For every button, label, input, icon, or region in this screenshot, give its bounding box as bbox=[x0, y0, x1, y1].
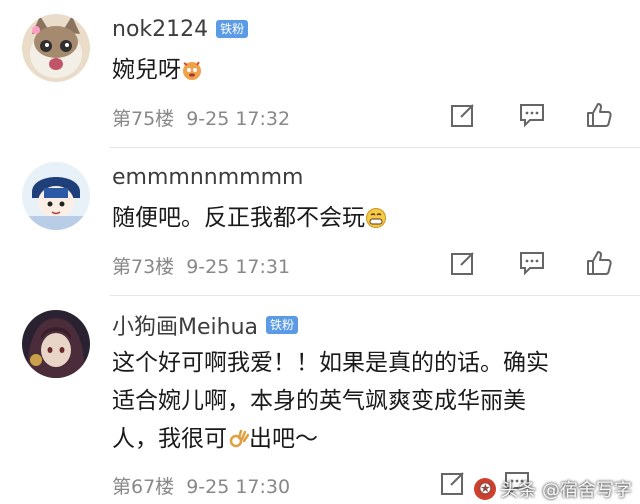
dark-hair-girl-avatar-icon bbox=[22, 310, 90, 378]
comment-meta: 第67楼 9-25 17:30 bbox=[112, 472, 290, 499]
comment-text-part: 人，我很可 bbox=[112, 426, 227, 452]
comment-header: emmmnnmmmm bbox=[112, 162, 303, 192]
cat-avatar-icon bbox=[22, 14, 90, 82]
comment-text-line: 人，我很可 出吧～ bbox=[112, 420, 612, 458]
watermark-text: 头条 @宿舍写字 bbox=[500, 480, 632, 501]
floor-number: 第75楼 bbox=[112, 108, 175, 130]
toutiao-logo-icon: ✪ bbox=[474, 478, 497, 500]
comment-text-content: 婉兒呀 bbox=[112, 57, 181, 83]
reply-button[interactable] bbox=[515, 246, 549, 280]
comment-header: nok2124 铁粉 bbox=[112, 14, 249, 44]
comment-text: 婉兒呀 bbox=[112, 52, 612, 88]
fan-badge: 铁粉 bbox=[266, 316, 299, 334]
comment-2: emmmnnmmmm 随便吧。反正我都不会玩 第73楼 9-25 17:31 bbox=[0, 148, 640, 296]
anime-boy-avatar-icon bbox=[22, 162, 90, 230]
comment-text-line: 这个好可啊我爱！！如果是真的的话。确实 bbox=[112, 350, 549, 376]
comment-text-content: 随便吧。反正我都不会玩 bbox=[112, 205, 365, 231]
comment-icon bbox=[520, 252, 544, 276]
username[interactable]: 小狗画Meihua bbox=[112, 309, 258, 341]
reply-button[interactable] bbox=[515, 98, 549, 132]
timestamp: 9-25 17:30 bbox=[186, 476, 291, 498]
avatar[interactable] bbox=[22, 310, 90, 378]
edit-button[interactable] bbox=[446, 246, 480, 280]
username[interactable]: nok2124 bbox=[112, 17, 208, 42]
comment-meta: 第73楼 9-25 17:31 bbox=[112, 252, 290, 279]
edit-button[interactable] bbox=[446, 98, 480, 132]
edit-button[interactable] bbox=[436, 466, 470, 500]
comment-text-line: 适合婉儿啊，本身的英气飒爽变成华丽美 bbox=[112, 388, 526, 414]
like-button[interactable] bbox=[582, 98, 616, 132]
grinning-face-emoji bbox=[366, 208, 386, 228]
thumbs-up-icon bbox=[587, 251, 612, 275]
comment-icon bbox=[520, 104, 544, 128]
edit-icon bbox=[451, 252, 474, 275]
edit-icon bbox=[451, 104, 474, 127]
fan-badge: 铁粉 bbox=[216, 20, 249, 38]
username[interactable]: emmmnnmmmm bbox=[112, 165, 303, 190]
comment-text: 这个好可啊我爱！！如果是真的的话。确实 适合婉儿啊，本身的英气飒爽变成华丽美 人… bbox=[112, 344, 612, 458]
floor-number: 第67楼 bbox=[112, 476, 175, 498]
floor-number: 第73楼 bbox=[112, 256, 175, 278]
edit-icon bbox=[441, 472, 464, 495]
avatar[interactable] bbox=[22, 14, 90, 82]
sparkle-face-emoji bbox=[183, 61, 201, 80]
comment-1: nok2124 铁粉 婉兒呀 第75楼 9-25 17:32 bbox=[0, 0, 640, 148]
comment-header: 小狗画Meihua 铁粉 bbox=[112, 309, 299, 341]
thumbs-up-icon bbox=[587, 103, 612, 127]
avatar[interactable] bbox=[22, 162, 90, 230]
comment-3: 小狗画Meihua 铁粉 这个好可啊我爱！！如果是真的的话。确实 适合婉儿啊，本… bbox=[0, 296, 640, 504]
timestamp: 9-25 17:31 bbox=[186, 256, 291, 278]
watermark: ✪ 头条 @宿舍写字 bbox=[474, 476, 632, 502]
like-button[interactable] bbox=[582, 246, 616, 280]
comment-text-part: 出吧～ bbox=[249, 426, 318, 452]
timestamp: 9-25 17:32 bbox=[186, 108, 291, 130]
comment-text: 随便吧。反正我都不会玩 bbox=[112, 200, 612, 236]
ok-hand-emoji bbox=[229, 429, 249, 448]
comment-meta: 第75楼 9-25 17:32 bbox=[112, 104, 290, 131]
